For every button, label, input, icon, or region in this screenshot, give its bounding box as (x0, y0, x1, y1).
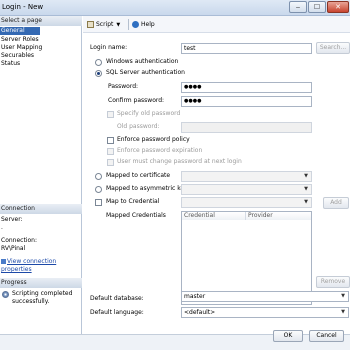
add-credential-button[interactable]: Add (323, 197, 349, 209)
specify-old-password-checkbox[interactable] (107, 111, 114, 118)
server-value: . (1, 224, 3, 231)
connection-header: Connection (0, 204, 82, 214)
script-label: Script (96, 21, 114, 28)
enforce-expiration-checkbox[interactable] (107, 148, 114, 155)
mapped-certificate-radio[interactable] (95, 173, 102, 180)
maximize-button[interactable]: ☐ (308, 1, 326, 13)
page-user-mapping[interactable]: User Mapping (0, 44, 82, 52)
chevron-down-icon: ▼ (304, 173, 308, 179)
script-icon (87, 21, 94, 28)
chevron-down-icon: ▼ (304, 199, 308, 205)
mapped-asymmetric-key-radio[interactable] (95, 186, 102, 193)
left-panel: Select a page General Server Roles User … (0, 16, 82, 334)
help-button[interactable]: Help (132, 19, 155, 30)
chevron-down-icon: ▼ (341, 293, 345, 299)
progress-header: Progress (0, 278, 82, 288)
chevron-down-icon[interactable]: ▼ (116, 22, 120, 28)
ok-button[interactable]: OK (273, 330, 303, 342)
password-input[interactable]: ●●●● (181, 82, 312, 93)
page-securables[interactable]: Securables (0, 52, 82, 60)
chevron-down-icon: ▼ (341, 309, 345, 315)
chevron-down-icon: ▼ (304, 186, 308, 192)
help-icon (132, 21, 139, 28)
server-label: Server: (1, 216, 23, 223)
default-language-label: Default language: (90, 309, 144, 316)
button-bar: OK Cancel (0, 330, 350, 350)
connection-value: RV\Pinal (1, 245, 26, 252)
must-change-checkbox[interactable] (107, 159, 114, 166)
must-change-label: User must change password at next login (117, 158, 242, 165)
title-bar: Login - New ‒ ☐ ✕ (0, 0, 350, 16)
window-title: Login - New (2, 3, 44, 11)
windows-auth-radio[interactable] (95, 59, 102, 66)
cancel-button[interactable]: Cancel (309, 330, 344, 342)
old-password-input[interactable] (181, 122, 312, 133)
certificate-select[interactable]: ▼ (181, 171, 312, 182)
page-status[interactable]: Status (0, 60, 82, 68)
confirm-password-label: Confirm password: (108, 97, 165, 104)
view-connection-properties[interactable]: View connection properties (1, 258, 81, 274)
enforce-policy-label: Enforce password policy (117, 136, 190, 143)
close-button[interactable]: ✕ (327, 1, 349, 13)
mapped-asymmetric-key-label: Mapped to asymmetric key (106, 185, 188, 192)
login-name-label: Login name: (90, 44, 128, 51)
remove-credential-button[interactable]: Remove (316, 276, 350, 288)
specify-old-password-label: Specify old password (117, 110, 181, 117)
default-language-value: <default> (184, 309, 216, 316)
default-database-value: master (184, 293, 206, 300)
col-provider[interactable]: Provider (246, 212, 311, 220)
windows-auth-label: Windows authentication (106, 58, 179, 65)
default-database-select[interactable]: master ▼ (181, 291, 349, 302)
sql-auth-label: SQL Server authentication (106, 69, 185, 76)
confirm-password-input[interactable]: ●●●● (181, 96, 312, 107)
mapped-credentials-label: Mapped Credentials (106, 212, 166, 219)
enforce-expiration-label: Enforce password expiration (117, 147, 203, 154)
view-connection-link[interactable]: View connection properties (1, 258, 56, 273)
properties-icon (1, 259, 6, 264)
password-label: Password: (108, 83, 139, 90)
progress-spinner-icon (2, 291, 9, 298)
progress-status: Scripting completed successfully. (12, 290, 73, 305)
connection-label: Connection: (1, 237, 37, 244)
page-general[interactable]: General (0, 27, 40, 35)
login-name-input[interactable]: test (181, 43, 312, 54)
enforce-policy-checkbox[interactable] (107, 137, 114, 144)
asymmetric-key-select[interactable]: ▼ (181, 184, 312, 195)
mapped-certificate-label: Mapped to certificate (106, 172, 171, 179)
credential-select[interactable]: ▼ (181, 197, 312, 208)
old-password-label: Old password: (117, 123, 160, 130)
minimize-button[interactable]: ‒ (289, 1, 307, 13)
map-credential-label: Map to Credential (106, 198, 160, 205)
sql-auth-radio[interactable] (95, 70, 102, 77)
col-credential[interactable]: Credential (182, 212, 246, 220)
map-credential-checkbox[interactable] (95, 199, 102, 206)
script-button[interactable]: Script ▼ (87, 19, 120, 30)
help-label: Help (141, 21, 155, 28)
page-server-roles[interactable]: Server Roles (0, 36, 82, 44)
default-database-label: Default database: (90, 295, 144, 302)
search-button[interactable]: Search... (316, 42, 350, 54)
default-language-select[interactable]: <default> ▼ (181, 307, 349, 318)
toolbar-separator (128, 19, 129, 30)
select-page-header: Select a page (0, 16, 82, 26)
general-page: Login name: test Search... Windows authe… (83, 33, 350, 334)
toolbar: Script ▼ Help (83, 16, 350, 33)
